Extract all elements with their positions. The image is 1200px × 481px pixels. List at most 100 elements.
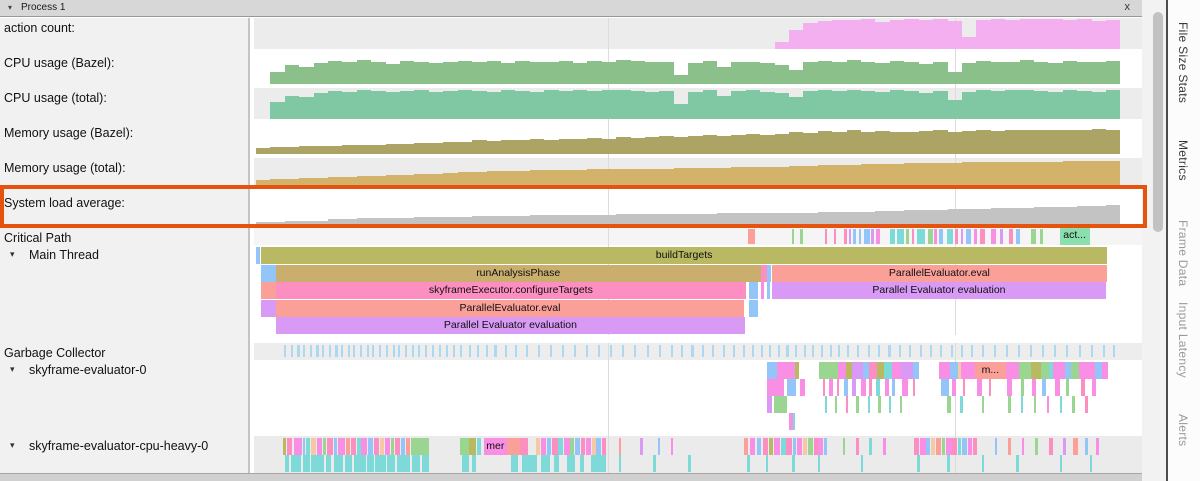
slice[interactable]: [536, 438, 540, 455]
slice[interactable]: [786, 438, 791, 455]
gc-tick[interactable]: [909, 345, 911, 357]
slice[interactable]: [1049, 438, 1052, 455]
slice-tick[interactable]: [876, 229, 879, 244]
gc-tick[interactable]: [830, 345, 832, 357]
gc-tick[interactable]: [586, 345, 588, 357]
slice[interactable]: [961, 362, 975, 379]
slice[interactable]: [1041, 362, 1049, 379]
slice[interactable]: [338, 438, 345, 455]
slice[interactable]: [511, 455, 518, 472]
slice[interactable]: [422, 455, 429, 472]
gc-tick[interactable]: [752, 345, 754, 357]
close-icon[interactable]: x: [1125, 1, 1131, 13]
slice[interactable]: [547, 438, 550, 455]
slice[interactable]: [819, 362, 838, 379]
slice[interactable]: [852, 379, 855, 396]
slice[interactable]: [558, 438, 562, 455]
gc-tick[interactable]: [821, 345, 823, 357]
slice[interactable]: [1073, 438, 1077, 455]
slice[interactable]: Parallel Evaluator evaluation: [772, 282, 1106, 299]
slice[interactable]: [861, 379, 866, 396]
gc-tick[interactable]: [322, 345, 324, 357]
counter-chart[interactable]: [256, 88, 1120, 119]
chart-area-cpu-usage-total[interactable]: [250, 88, 1142, 123]
slice[interactable]: [869, 362, 877, 379]
slice[interactable]: [564, 438, 570, 455]
slice[interactable]: [406, 438, 409, 455]
slice[interactable]: [852, 362, 863, 379]
slice[interactable]: [917, 455, 920, 472]
slice[interactable]: [522, 455, 537, 472]
chart-area-garbage-collector[interactable]: [250, 343, 1142, 360]
slice[interactable]: runAnalysisPhase: [276, 265, 761, 282]
slice[interactable]: [1079, 362, 1095, 379]
gc-tick[interactable]: [460, 345, 462, 357]
slice[interactable]: [375, 455, 385, 472]
gc-tick[interactable]: [1030, 345, 1032, 357]
gc-tick[interactable]: [868, 345, 870, 357]
slice[interactable]: [1060, 455, 1063, 472]
slice[interactable]: [619, 438, 622, 455]
gc-tick[interactable]: [961, 345, 963, 357]
slice[interactable]: [397, 455, 410, 472]
slice[interactable]: [792, 455, 795, 472]
slice[interactable]: [818, 455, 821, 472]
slice[interactable]: [982, 396, 985, 413]
slice[interactable]: [781, 438, 785, 455]
gc-tick[interactable]: [1103, 345, 1105, 357]
slice[interactable]: [793, 413, 796, 430]
slice[interactable]: [411, 438, 429, 455]
slice-tick[interactable]: [980, 229, 985, 244]
gc-tick[interactable]: [671, 345, 673, 357]
slice[interactable]: [824, 438, 827, 455]
slice[interactable]: [744, 438, 748, 455]
slice[interactable]: [1055, 379, 1060, 396]
slice[interactable]: [931, 438, 935, 455]
slice-tick[interactable]: [825, 229, 827, 244]
slice-tick[interactable]: [1031, 229, 1036, 244]
slice[interactable]: [939, 362, 950, 379]
slice[interactable]: [1008, 438, 1011, 455]
gc-tick[interactable]: [598, 345, 600, 357]
slice-tick[interactable]: [939, 229, 942, 244]
slice[interactable]: [596, 438, 600, 455]
slice[interactable]: [1035, 438, 1038, 455]
chart-area-critical-path[interactable]: act...: [250, 228, 1142, 245]
slice[interactable]: [1021, 396, 1024, 413]
slice[interactable]: mer: [484, 438, 506, 455]
slice[interactable]: [800, 379, 804, 396]
slice[interactable]: [303, 438, 306, 455]
slice[interactable]: [749, 300, 758, 317]
vertical-scrollbar[interactable]: [1142, 0, 1166, 481]
expander-icon[interactable]: ▾: [10, 249, 15, 260]
slice-tick[interactable]: [1000, 229, 1003, 244]
slice-tick[interactable]: [947, 229, 953, 244]
slice[interactable]: [1053, 362, 1064, 379]
slice[interactable]: [1092, 379, 1095, 396]
slice[interactable]: [367, 455, 373, 472]
gc-tick[interactable]: [786, 345, 788, 357]
slice[interactable]: [592, 438, 595, 455]
gc-tick[interactable]: [1006, 345, 1008, 357]
slice[interactable]: [326, 455, 331, 472]
gc-tick[interactable]: [486, 345, 488, 357]
gc-tick[interactable]: [386, 345, 388, 357]
slice[interactable]: [818, 438, 822, 455]
slice[interactable]: [1096, 438, 1099, 455]
slice[interactable]: [1016, 455, 1019, 472]
slice[interactable]: [913, 379, 916, 396]
gc-tick[interactable]: [469, 345, 471, 357]
slice[interactable]: [960, 396, 963, 413]
gc-tick[interactable]: [982, 345, 984, 357]
slice[interactable]: [477, 438, 480, 455]
slice[interactable]: [777, 362, 795, 379]
slice-tick[interactable]: [890, 229, 895, 244]
slice[interactable]: [787, 379, 796, 396]
gc-tick[interactable]: [743, 345, 745, 357]
gc-tick[interactable]: [878, 345, 880, 357]
gc-tick[interactable]: [610, 345, 612, 357]
slice[interactable]: [1063, 438, 1066, 455]
slice[interactable]: [878, 396, 881, 413]
gc-tick[interactable]: [393, 345, 395, 357]
gc-tick[interactable]: [432, 345, 434, 357]
